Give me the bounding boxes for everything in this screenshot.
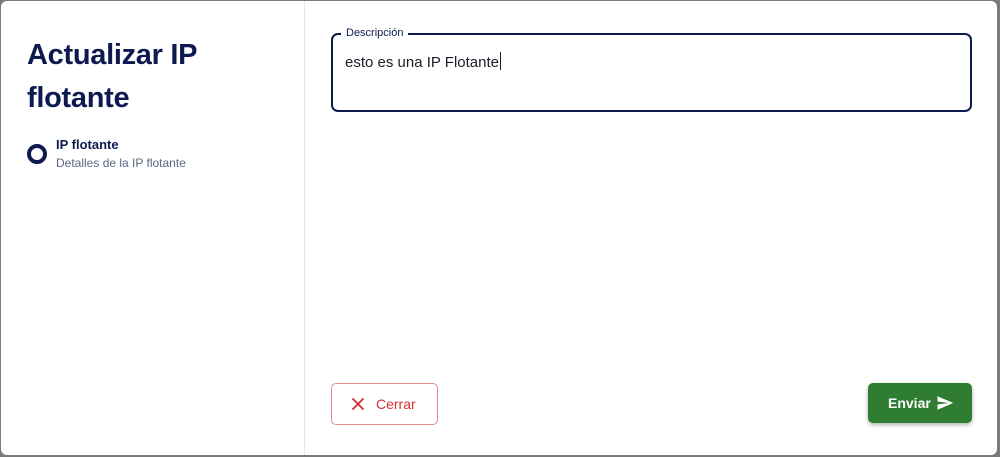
step-indicator-icon [27, 144, 47, 164]
step-title: IP flotante [56, 137, 119, 152]
description-input[interactable]: esto es una IP Flotante [345, 52, 501, 73]
submit-button[interactable]: Enviar [868, 383, 972, 423]
stepper-step-ip-flotante: IP flotante Detalles de la IP flotante [27, 137, 287, 177]
dialog-title: Actualizar IP flotante [27, 39, 197, 114]
text-cursor [500, 52, 501, 70]
close-button-label: Cerrar [376, 396, 416, 412]
description-value: esto es una IP Flotante [345, 54, 499, 71]
dialog-sidebar: Actualizar IP flotante IP flotante Detal… [1, 1, 305, 455]
update-floating-ip-dialog: Actualizar IP flotante IP flotante Detal… [1, 1, 997, 455]
step-subtitle: Detalles de la IP flotante [56, 156, 186, 170]
send-icon [937, 396, 954, 410]
close-icon [352, 398, 364, 410]
description-field[interactable]: Descripción esto es una IP Flotante [331, 26, 972, 112]
description-label: Descripción [341, 26, 409, 40]
submit-button-label: Enviar [888, 395, 931, 411]
close-button[interactable]: Cerrar [331, 383, 438, 425]
